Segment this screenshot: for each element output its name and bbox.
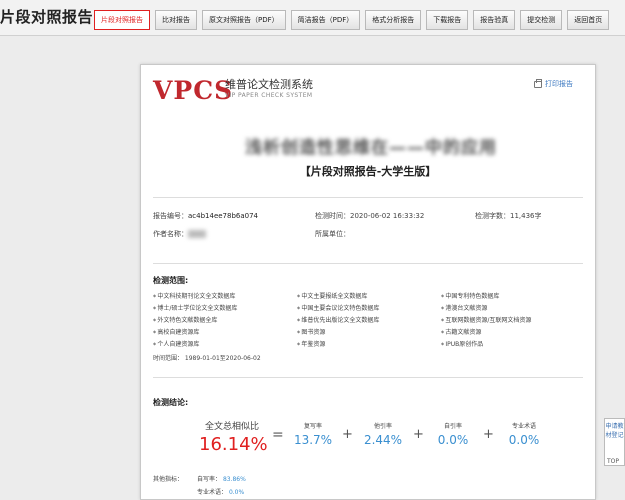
scope-item: 互联网数据资源/互联网文档资源 xyxy=(441,315,531,324)
scope-item: 中国专利特色数据库 xyxy=(441,291,499,300)
conclusion-title: 检测结论: xyxy=(153,398,189,407)
brand-name: 维普论文检测系统 xyxy=(225,78,313,91)
metric-label: 复写率 xyxy=(303,423,322,430)
redacted-author xyxy=(188,230,206,238)
tab-submit-check[interactable]: 提交检测 xyxy=(520,10,563,30)
metric-label: 专业术语 xyxy=(511,423,536,430)
top-toolbar: 片段对照报告 片段对照报告 比对报告 原文对照报告（PDF） 简洁报告（PDF）… xyxy=(0,0,625,36)
tab-original-pdf[interactable]: 原文对照报告（PDF） xyxy=(202,10,286,30)
scope-item: 博士/硕士学位论文全文数据库 xyxy=(153,303,237,312)
plus-sign: + xyxy=(342,427,353,442)
scope-item: 个人自建资源库 xyxy=(153,339,199,348)
author-name: 作者名称： xyxy=(153,229,206,239)
vpcs-logo: VPCS xyxy=(153,76,234,105)
total-similarity-label: 全文总相似比 xyxy=(205,422,260,432)
printer-icon xyxy=(534,78,542,88)
report-type: 【片段对照报告-大学生版】 xyxy=(299,165,437,178)
tab-verify-report[interactable]: 报告验真 xyxy=(473,10,516,30)
scope-title: 检测范围: xyxy=(153,276,189,285)
report-document: VPCS 维普论文检测系统 VIP PAPER CHECK SYSTEM 打印报… xyxy=(140,64,596,500)
scope-item: 古籍文献资源 xyxy=(441,327,481,336)
tab-back-home[interactable]: 返回首页 xyxy=(567,10,610,30)
scope-item: 中文科技期刊论文全文数据库 xyxy=(153,291,235,300)
metric-label: 他引率 xyxy=(373,423,392,430)
scope-item: 维普优先出版论文全文数据库 xyxy=(297,315,379,324)
other-metric: 自写率： 83.86% xyxy=(197,476,246,483)
print-report-link[interactable]: 打印报告 xyxy=(534,78,573,89)
other-metric: 专业术语： 0.0% xyxy=(197,489,245,496)
tab-comparison-report[interactable]: 比对报告 xyxy=(155,10,197,30)
metric-value: 13.7% xyxy=(293,433,333,447)
scope-item: 港澳台文献资源 xyxy=(441,303,487,312)
tab-bar: 片段对照报告 比对报告 原文对照报告（PDF） 简洁报告（PDF） 格式分析报告… xyxy=(94,10,610,30)
scope-item: 中国主要会议论文特色数据库 xyxy=(297,303,379,312)
plus-sign: + xyxy=(483,427,494,442)
tab-format-analysis[interactable]: 格式分析报告 xyxy=(365,10,422,30)
scope-item: 图书资源 xyxy=(297,327,325,336)
equals-sign: = xyxy=(272,427,284,443)
word-count: 检测字数：11,436字 xyxy=(475,212,542,220)
brand-english: VIP PAPER CHECK SYSTEM xyxy=(225,92,313,99)
app-title: 片段对照报告 xyxy=(0,8,94,26)
metric-label: 自引率 xyxy=(443,423,462,430)
check-time: 检测时间：2020-06-02 16:33:32 xyxy=(315,212,425,220)
scope-item: IPUB原创作品 xyxy=(441,339,483,348)
time-range: 时间范围： 1989-01-01至2020-06-02 xyxy=(153,355,261,362)
scope-item: 外文特色文献数据全库 xyxy=(153,315,217,324)
print-label: 打印报告 xyxy=(545,80,573,88)
scope-item: 中文主要报纸全文数据库 xyxy=(297,291,367,300)
document-title: 浅析创造性思维在——中的应用 xyxy=(245,138,497,158)
metric-value: 2.44% xyxy=(363,433,403,447)
tab-download-report[interactable]: 下载报告 xyxy=(426,10,469,30)
divider xyxy=(153,377,583,378)
report-number: 报告编号：ac4b14ee78b6a074 xyxy=(153,212,259,220)
scope-item: 年鉴资源 xyxy=(297,339,325,348)
scope-item: 高校自建资源库 xyxy=(153,327,199,336)
divider xyxy=(153,197,583,198)
other-metrics-label: 其他指标： xyxy=(153,476,184,483)
metric-value: 0.0% xyxy=(508,433,540,447)
unit: 所属单位： xyxy=(315,230,350,238)
tab-brief-pdf[interactable]: 简洁报告（PDF） xyxy=(290,10,361,30)
divider xyxy=(153,263,583,264)
metric-value: 0.0% xyxy=(437,433,469,447)
total-similarity-value: 16.14% xyxy=(199,434,268,455)
tab-fragment-report[interactable]: 片段对照报告 xyxy=(94,10,150,30)
back-to-top-button[interactable]: TOP xyxy=(607,458,619,465)
